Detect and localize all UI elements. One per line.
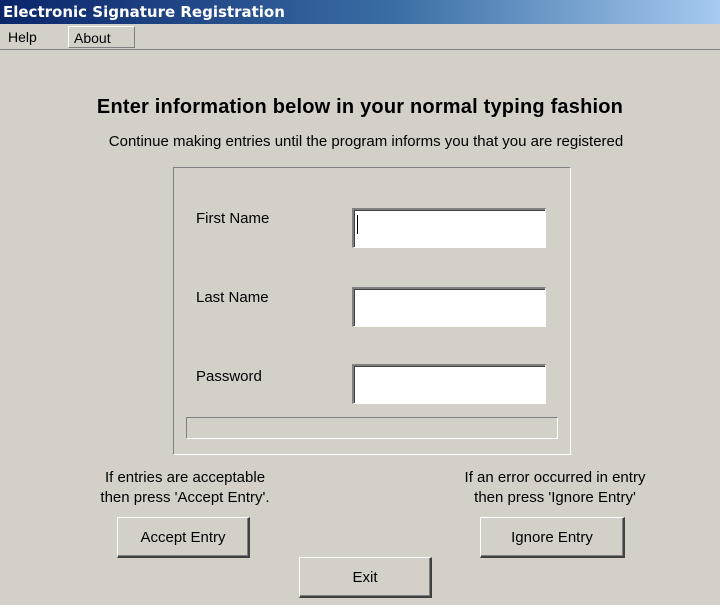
- last-name-field[interactable]: [352, 287, 546, 327]
- ignore-instruction-line-2: then press 'Ignore Entry': [474, 489, 636, 506]
- last-name-label: Last Name: [196, 289, 269, 306]
- ignore-entry-button[interactable]: Ignore Entry: [480, 517, 625, 558]
- exit-button[interactable]: Exit: [299, 557, 432, 598]
- ignore-instruction-line-1: If an error occurred in entry: [464, 469, 646, 486]
- text-caret: [357, 215, 358, 234]
- first-name-field[interactable]: [352, 208, 546, 248]
- accept-entry-button[interactable]: Accept Entry: [117, 517, 250, 558]
- password-field[interactable]: [352, 364, 546, 404]
- menu-about[interactable]: About: [68, 26, 135, 48]
- status-bar: [186, 417, 558, 439]
- menu-bar: Help About: [0, 24, 720, 50]
- ignore-instructions: If an error occurred in entry then press…: [420, 468, 690, 508]
- first-name-label: First Name: [196, 210, 270, 227]
- window-title-bar[interactable]: Electronic Signature Registration: [0, 0, 720, 24]
- accept-instruction-line-1: If entries are acceptable: [104, 469, 266, 486]
- password-label: Password: [196, 368, 262, 385]
- menu-help[interactable]: Help: [3, 26, 42, 48]
- accept-instructions: If entries are acceptable then press 'Ac…: [60, 468, 310, 508]
- page-heading: Enter information below in your normal t…: [96, 96, 624, 118]
- page-subheading: Continue making entries until the progra…: [108, 133, 624, 150]
- window-title: Electronic Signature Registration: [3, 3, 285, 21]
- accept-instruction-line-2: then press 'Accept Entry'.: [100, 489, 270, 506]
